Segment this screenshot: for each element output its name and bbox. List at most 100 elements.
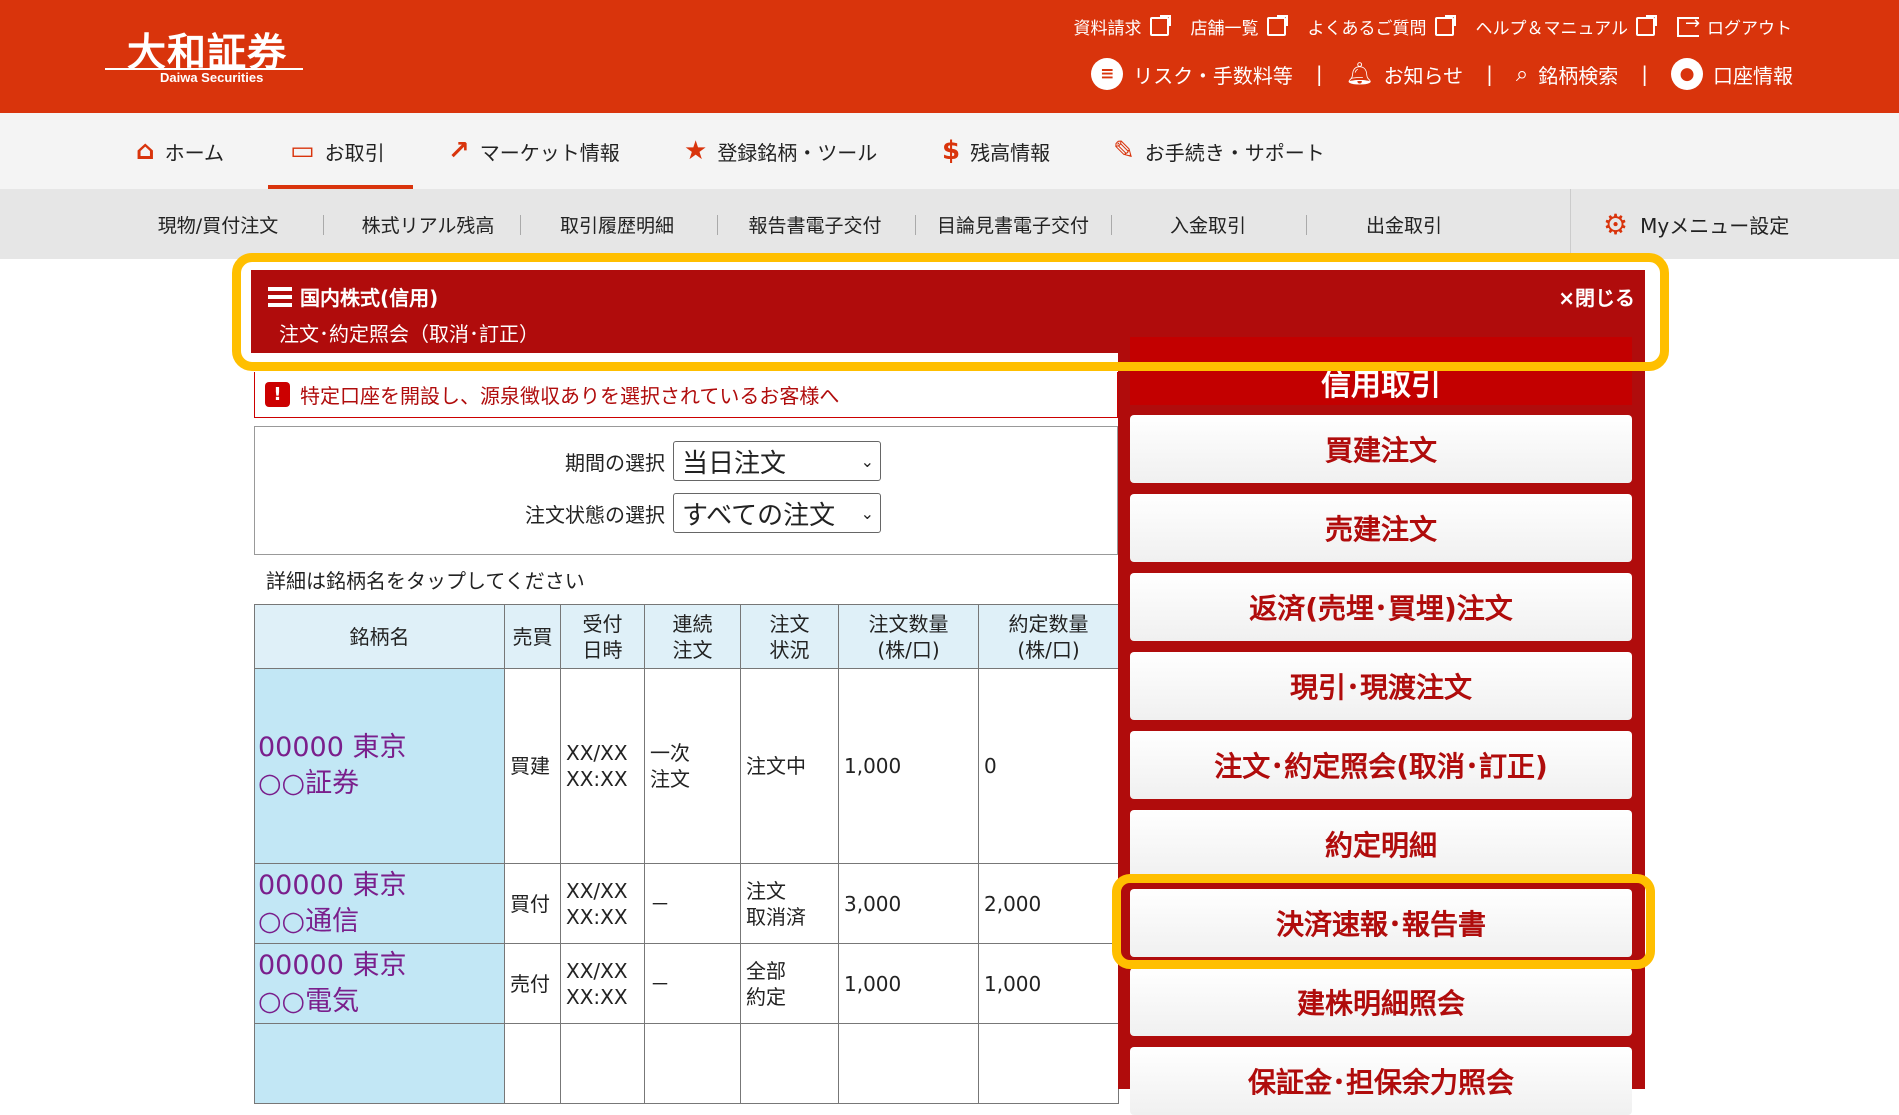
status-filter-row: 注文状態の選択 すべての注文 ⌄ — [525, 493, 881, 533]
header-main-links: ≡ リスク・手数料等 | 🔔︎ お知らせ | ⌕ 銘柄検索 | ● 口座情報 — [1091, 58, 1793, 90]
alert-icon: ! — [265, 382, 290, 407]
divider: | — [1315, 62, 1323, 86]
table-row — [254, 1023, 1119, 1104]
col-header-exec-qty: 約定数量 (株/口) — [978, 604, 1119, 669]
menu-settlement-report[interactable]: 決済速報･報告書 — [1130, 889, 1632, 957]
divider: | — [1641, 62, 1648, 86]
stock-name-link[interactable]: 00000 東京 ○○電気 — [254, 943, 505, 1024]
nav-watchlist-tools[interactable]: ★ 登録銘柄・ツール — [684, 113, 877, 189]
order-qty-cell — [838, 1023, 979, 1104]
link-request-materials[interactable]: 資料請求 — [1073, 14, 1171, 39]
link-label: よくあるご質問 — [1307, 19, 1427, 39]
bell-icon: 🔔︎ — [1345, 61, 1374, 87]
status-select[interactable]: すべての注文 ⌄ — [673, 493, 881, 533]
subnav-stock-realtime-balance[interactable]: 株式リアル残高 — [335, 189, 521, 259]
menu-execution-details[interactable]: 約定明細 — [1130, 810, 1632, 878]
my-menu-label: Myメニュー設定 — [1640, 213, 1790, 238]
side-cell: 売付 — [504, 943, 561, 1024]
tax-account-notice[interactable]: ! 特定口座を開設し、源泉徴収ありを選択されているお客様へ — [254, 372, 1118, 418]
link-label: 資料請求 — [1073, 19, 1142, 39]
chain-cell — [644, 1023, 741, 1104]
divider — [323, 215, 324, 235]
logout-link[interactable]: ログアウト — [1677, 13, 1792, 39]
subnav-e-report[interactable]: 報告書電子交付 — [720, 189, 910, 259]
menu-delivery-order[interactable]: 現引･現渡注文 — [1130, 652, 1632, 720]
status-cell: 注文 取消済 — [740, 863, 839, 944]
period-value: 当日注文 — [682, 448, 787, 479]
category-label: 国内株式(信用) — [300, 286, 439, 310]
nav-label: マーケット情報 — [479, 140, 620, 165]
link-help-manual[interactable]: ヘルプ＆マニュアル — [1476, 14, 1657, 39]
subnav-deposit[interactable]: 入金取引 — [1110, 189, 1306, 259]
nav-label: 残高情報 — [970, 140, 1051, 165]
chain-cell: － — [644, 863, 741, 944]
sub-nav: 現物/買付注文 株式リアル残高 取引履歴明細 報告書電子交付 目論見書電子交付 … — [0, 189, 1899, 259]
nav-label: お手続き・サポート — [1144, 140, 1325, 165]
exec-qty-cell: 2,000 — [978, 863, 1119, 944]
period-filter-row: 期間の選択 当日注文 ⌄ — [565, 441, 881, 481]
time-cell: XX/XX XX:XX — [560, 863, 645, 944]
nav-procedures-support[interactable]: ✎ お手続き・サポート — [1113, 113, 1325, 189]
star-icon: ★ — [684, 136, 708, 166]
exec-qty-cell: 1,000 — [978, 943, 1119, 1024]
global-nav: ⌂ ホーム ▭ お取引 ↗ マーケット情報 ★ 登録銘柄・ツール $ 残高情報 ✎ お手続き… — [0, 113, 1899, 189]
order-qty-cell: 1,000 — [838, 668, 979, 864]
stock-name-link[interactable] — [254, 1023, 505, 1104]
menu-order-inquiry[interactable]: 注文･約定照会(取消･訂正) — [1130, 731, 1632, 799]
menu-margin-sell-order[interactable]: 売建注文 — [1130, 494, 1632, 562]
subnav-trade-history[interactable]: 取引履歴明細 — [524, 189, 710, 259]
col-header-time: 受付 日時 — [560, 604, 645, 669]
close-menu-button[interactable]: ×閉じる — [1558, 282, 1635, 311]
divider — [520, 215, 521, 235]
top-utility-links: 資料請求 店舗一覧 よくあるご質問 ヘルプ＆マニュアル ログアウト — [1073, 13, 1793, 40]
chevron-down-icon: ⌄ — [860, 451, 874, 471]
nav-label: お取引 — [324, 140, 385, 165]
col-header-side: 売買 — [504, 604, 561, 669]
table-row: 00000 東京 ○○通信 買付 XX/XX XX:XX － 注文 取消済 3,000… — [254, 863, 1119, 944]
link-account-info[interactable]: ● 口座情報 — [1671, 58, 1793, 90]
divider: | — [1486, 62, 1493, 86]
col-header-order-qty: 注文数量 (株/口) — [838, 604, 979, 669]
gear-icon: ⚙ — [1603, 207, 1629, 241]
period-select[interactable]: 当日注文 ⌄ — [673, 441, 881, 481]
menu-margin-buy-order[interactable]: 買建注文 — [1130, 415, 1632, 483]
notice-text: 特定口座を開設し、源泉徴収ありを選択されているお客様へ — [300, 384, 840, 408]
pencil-icon: ✎ — [1113, 136, 1135, 166]
menu-position-details[interactable]: 建株明細照会 — [1130, 968, 1632, 1036]
nav-trading[interactable]: ▭ お取引 — [268, 113, 413, 189]
link-stock-search[interactable]: ⌕ 銘柄検索 — [1516, 60, 1618, 89]
link-label: お知らせ — [1383, 63, 1464, 88]
daiwa-logo[interactable]: 大和証券 Daiwa Securities — [105, 22, 305, 90]
page-title: 注文･約定照会（取消･訂正） — [279, 322, 539, 346]
col-header-chain: 連続 注文 — [644, 604, 741, 669]
nav-home[interactable]: ⌂ ホーム — [136, 113, 224, 189]
status-cell — [740, 1023, 839, 1104]
my-menu-settings[interactable]: ⚙ Myメニュー設定 — [1570, 189, 1899, 259]
link-risk-fees[interactable]: ≡ リスク・手数料等 — [1091, 58, 1293, 90]
time-cell — [560, 1023, 645, 1104]
subnav-spot-buy-order[interactable]: 現物/買付注文 — [125, 189, 311, 259]
nav-market-info[interactable]: ↗ マーケット情報 — [448, 113, 620, 189]
chart-icon: ↗ — [448, 136, 470, 166]
stock-name-link[interactable]: 00000 東京 ○○通信 — [254, 863, 505, 944]
dollar-icon: $ — [942, 136, 961, 166]
site-header: 大和証券 Daiwa Securities 資料請求 店舗一覧 よくあるご質問 … — [0, 0, 1899, 113]
side-cell: 買建 — [504, 668, 561, 864]
menu-margin-collateral[interactable]: 保証金･担保余力照会 — [1130, 1047, 1632, 1115]
menu-repayment-order[interactable]: 返済(売埋･買埋)注文 — [1130, 573, 1632, 641]
order-qty-cell: 3,000 — [838, 863, 979, 944]
link-faq[interactable]: よくあるご質問 — [1307, 14, 1456, 39]
link-notices[interactable]: 🔔︎ お知らせ — [1346, 60, 1464, 89]
monitor-icon: ▭ — [290, 136, 315, 166]
time-cell: XX/XX XX:XX — [560, 943, 645, 1024]
subnav-e-prospectus[interactable]: 目論見書電子交付 — [915, 189, 1111, 259]
link-store-list[interactable]: 店舗一覧 — [1191, 14, 1288, 39]
logout-icon — [1677, 13, 1700, 37]
col-header-status: 注文 状況 — [740, 604, 839, 669]
nav-balance[interactable]: $ 残高情報 — [942, 113, 1050, 189]
order-qty-cell: 1,000 — [838, 943, 979, 1024]
stock-name-link[interactable]: 00000 東京 ○○証券 — [254, 668, 505, 864]
logo-en-text: Daiwa Securities — [160, 70, 264, 85]
subnav-withdrawal[interactable]: 出金取引 — [1306, 189, 1502, 259]
category-menu-toggle[interactable]: 国内株式(信用) — [268, 282, 438, 311]
